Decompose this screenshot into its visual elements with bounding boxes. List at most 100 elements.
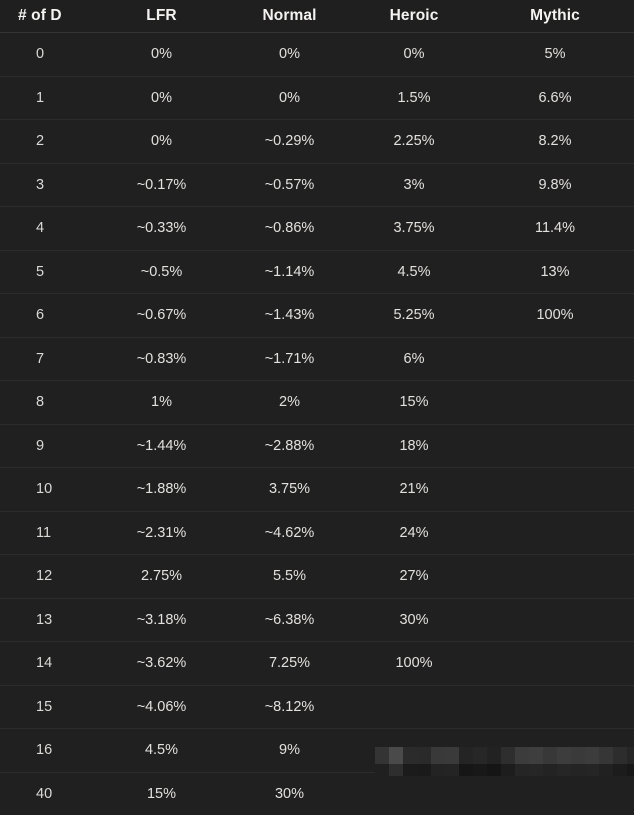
cell-lfr: ~1.44% (96, 424, 227, 468)
table-row[interactable]: 13~3.18%~6.38%30% (0, 598, 634, 642)
cell-lfr: 0% (96, 76, 227, 120)
table-row[interactable]: 10%0%1.5%6.6% (0, 76, 634, 120)
cell-heroic: 5.25% (352, 294, 476, 338)
cell-heroic: 21% (352, 468, 476, 512)
drop-chance-table-container: # of D LFR Normal Heroic Mythic 00%0%0%5… (0, 0, 634, 786)
cell-heroic: 3% (352, 163, 476, 207)
row-index-cell: 12 (0, 555, 96, 599)
row-index-cell: 8 (0, 381, 96, 425)
column-header-lfr[interactable]: LFR (96, 0, 227, 33)
cell-lfr: 15% (96, 772, 227, 815)
cell-heroic: 4.5% (352, 250, 476, 294)
row-index-cell: 40 (0, 772, 96, 815)
cell-mythic (476, 381, 634, 425)
cell-heroic: 24% (352, 511, 476, 555)
cell-lfr: ~1.88% (96, 468, 227, 512)
cell-normal: 2% (227, 381, 352, 425)
row-index-cell: 2 (0, 120, 96, 164)
cell-normal: 5.5% (227, 555, 352, 599)
table-row[interactable]: 3~0.17%~0.57%3%9.8% (0, 163, 634, 207)
row-index-cell: 4 (0, 207, 96, 251)
cell-normal: ~1.71% (227, 337, 352, 381)
cell-mythic (476, 685, 634, 729)
row-index-cell: 10 (0, 468, 96, 512)
cell-heroic: 30% (352, 598, 476, 642)
row-index-cell: 11 (0, 511, 96, 555)
table-row[interactable]: 14~3.62%7.25%100% (0, 642, 634, 686)
table-row[interactable]: 20%~0.29%2.25%8.2% (0, 120, 634, 164)
cell-mythic: 100% (476, 294, 634, 338)
cell-normal: ~6.38% (227, 598, 352, 642)
cell-mythic (476, 772, 634, 815)
cell-mythic (476, 555, 634, 599)
cell-lfr: ~3.62% (96, 642, 227, 686)
table-row[interactable]: 10~1.88%3.75%21% (0, 468, 634, 512)
table-row[interactable]: 9~1.44%~2.88%18% (0, 424, 634, 468)
cell-heroic: 15% (352, 381, 476, 425)
row-index-cell: 15 (0, 685, 96, 729)
cell-lfr: 0% (96, 120, 227, 164)
cell-mythic (476, 468, 634, 512)
cell-mythic: 6.6% (476, 76, 634, 120)
cell-mythic (476, 337, 634, 381)
cell-lfr: ~4.06% (96, 685, 227, 729)
table-row[interactable]: 122.75%5.5%27% (0, 555, 634, 599)
cell-mythic: 8.2% (476, 120, 634, 164)
cell-normal: 0% (227, 33, 352, 77)
cell-mythic (476, 642, 634, 686)
table-row[interactable]: 00%0%0%5% (0, 33, 634, 77)
cell-heroic: 6% (352, 337, 476, 381)
cell-lfr: ~0.5% (96, 250, 227, 294)
column-header-heroic[interactable]: Heroic (352, 0, 476, 33)
column-header-mythic[interactable]: Mythic (476, 0, 634, 33)
cell-normal: ~1.14% (227, 250, 352, 294)
cell-heroic: 27% (352, 555, 476, 599)
row-index-cell: 13 (0, 598, 96, 642)
row-index-cell: 9 (0, 424, 96, 468)
cell-normal: 9% (227, 729, 352, 773)
table-header: # of D LFR Normal Heroic Mythic (0, 0, 634, 33)
cell-normal: 0% (227, 76, 352, 120)
table-header-row: # of D LFR Normal Heroic Mythic (0, 0, 634, 33)
cell-heroic: 1.5% (352, 76, 476, 120)
cell-normal: ~4.62% (227, 511, 352, 555)
table-row[interactable]: 15~4.06%~8.12% (0, 685, 634, 729)
row-index-cell: 1 (0, 76, 96, 120)
table-row[interactable]: 4015%30% (0, 772, 634, 815)
table-row[interactable]: 7~0.83%~1.71%6% (0, 337, 634, 381)
cell-normal: ~1.43% (227, 294, 352, 338)
cell-mythic (476, 598, 634, 642)
cell-normal: ~2.88% (227, 424, 352, 468)
cell-normal: 30% (227, 772, 352, 815)
row-index-cell: 7 (0, 337, 96, 381)
row-index-cell: 0 (0, 33, 96, 77)
cell-normal: 7.25% (227, 642, 352, 686)
cell-heroic: 100% (352, 642, 476, 686)
column-header-normal[interactable]: Normal (227, 0, 352, 33)
cell-normal: ~0.86% (227, 207, 352, 251)
cell-heroic: 2.25% (352, 120, 476, 164)
column-header-index[interactable]: # of D (0, 0, 96, 33)
table-row[interactable]: 11~2.31%~4.62%24% (0, 511, 634, 555)
row-index-cell: 3 (0, 163, 96, 207)
table-row[interactable]: 5~0.5%~1.14%4.5%13% (0, 250, 634, 294)
table-row[interactable]: 164.5%9% (0, 729, 634, 773)
cell-mythic: 9.8% (476, 163, 634, 207)
cell-heroic (352, 685, 476, 729)
table-row[interactable]: 4~0.33%~0.86%3.75%11.4% (0, 207, 634, 251)
table-row[interactable]: 81%2%15% (0, 381, 634, 425)
table-body: 00%0%0%5%10%0%1.5%6.6%20%~0.29%2.25%8.2%… (0, 33, 634, 815)
cell-heroic: 0% (352, 33, 476, 77)
cell-lfr: 0% (96, 33, 227, 77)
cell-lfr: ~0.17% (96, 163, 227, 207)
cell-heroic (352, 772, 476, 815)
drop-chance-table: # of D LFR Normal Heroic Mythic 00%0%0%5… (0, 0, 634, 815)
row-index-cell: 14 (0, 642, 96, 686)
cell-lfr: 4.5% (96, 729, 227, 773)
cell-lfr: ~2.31% (96, 511, 227, 555)
cell-heroic (352, 729, 476, 773)
cell-lfr: ~0.83% (96, 337, 227, 381)
cell-lfr: 2.75% (96, 555, 227, 599)
cell-heroic: 3.75% (352, 207, 476, 251)
table-row[interactable]: 6~0.67%~1.43%5.25%100% (0, 294, 634, 338)
